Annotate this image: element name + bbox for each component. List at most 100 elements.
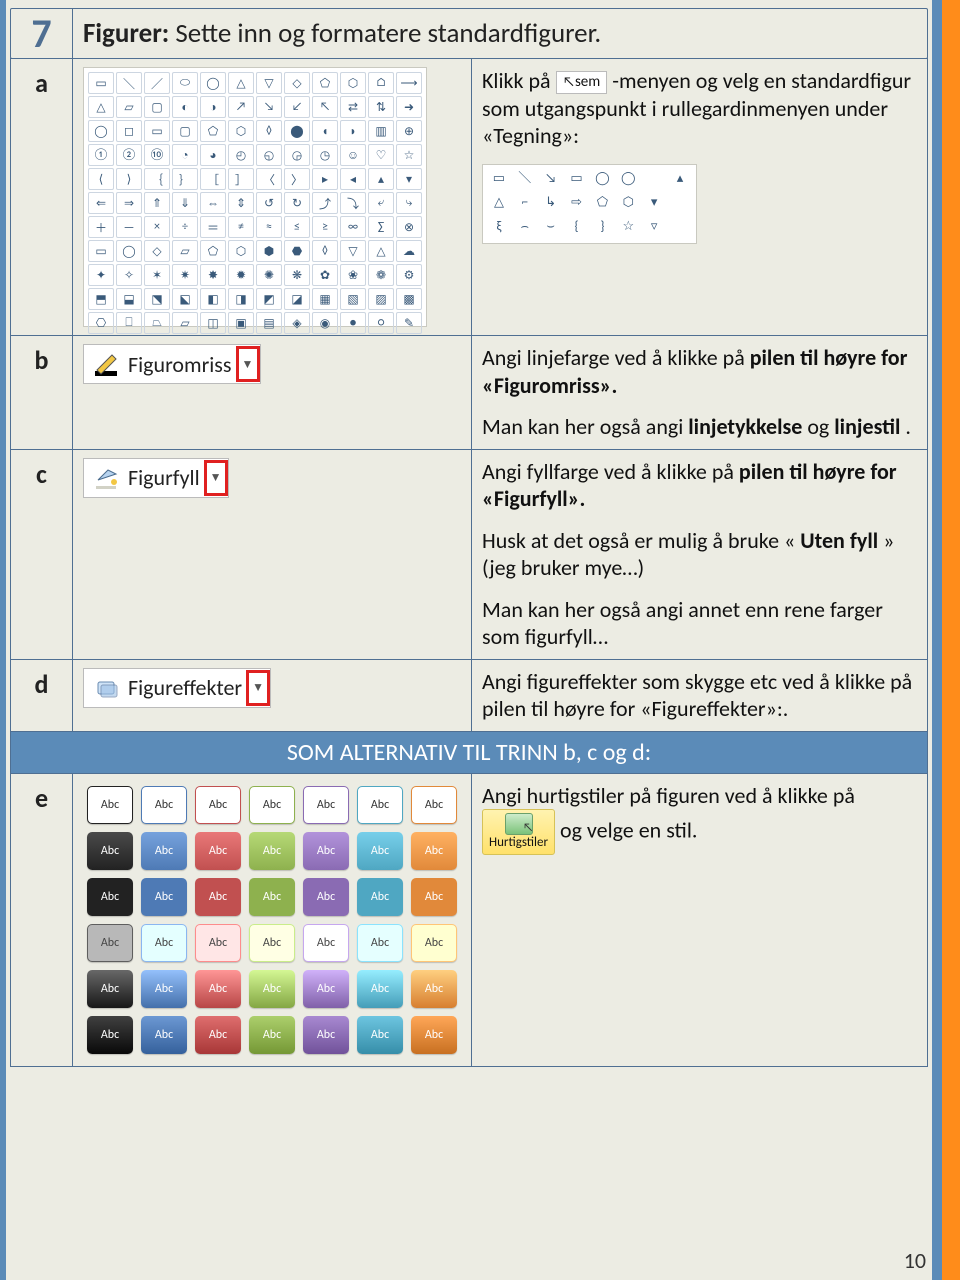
alternative-banner-row: SOM ALTERNATIV TIL TRINN b, c og d: <box>11 731 928 773</box>
title-bold: Figurer: <box>83 17 169 50</box>
pencil-outline-icon <box>90 348 122 380</box>
quick-style-cell[interactable]: Abc <box>195 786 241 824</box>
shapes-gallery[interactable]: ▭＼／⬭◯△▽◇⬠⬡⌂⟶ △▱▢◐◑↗↘↙↖⇄⇅➜ ◯◻▭▢⬠⬡◊⬤◖◗▥⊕ ①… <box>83 67 427 327</box>
e-p1-pre: Angi hurtigstiler på figuren ved å klikk… <box>482 782 855 809</box>
right-accent-bar-inner <box>932 0 942 1280</box>
right-accent-bar <box>942 0 960 1280</box>
quick-style-cell[interactable]: Abc <box>249 970 295 1008</box>
figurfyll-button[interactable]: Figurfyll ▼ <box>83 458 229 498</box>
quick-style-cell[interactable]: Abc <box>249 878 295 916</box>
section-header: 7 Figurer: Sette inn og formatere standa… <box>10 8 928 59</box>
step-e-description: Angi hurtigstiler på figuren ved å klikk… <box>472 773 928 1066</box>
quick-style-cell[interactable]: Abc <box>195 970 241 1008</box>
quick-style-cell[interactable]: Abc <box>87 924 133 962</box>
b-p1-pre: Angi linjefarge ved å klikke på <box>482 344 750 371</box>
step-letter-e: e <box>11 773 73 1066</box>
quick-style-cell[interactable]: Abc <box>141 832 187 870</box>
paint-bucket-icon <box>90 462 122 494</box>
figuromriss-label: Figuromriss <box>128 351 232 378</box>
row-e: e AbcAbcAbcAbcAbcAbcAbcAbcAbcAbcAbcAbcAb… <box>11 773 928 1066</box>
figureffekter-dropdown-arrow[interactable]: ▼ <box>246 670 270 706</box>
alternative-banner: SOM ALTERNATIV TIL TRINN b, c og d: <box>11 731 928 773</box>
quick-style-cell[interactable]: Abc <box>249 832 295 870</box>
sem-label: sem <box>575 73 600 92</box>
b-p2-pre: Man kan her også angi <box>482 413 688 440</box>
drawing-dropdown-mini[interactable]: ▭＼↘▭◯◯ ▴ △⌐↳⇨⬠⬡▾ ξ⌢⌣{}☆▿ <box>482 164 697 244</box>
quick-style-cell[interactable]: Abc <box>303 970 349 1008</box>
quick-style-cell[interactable]: Abc <box>87 970 133 1008</box>
figuromriss-button[interactable]: Figuromriss ▼ <box>83 344 261 384</box>
quick-style-cell[interactable]: Abc <box>303 832 349 870</box>
quick-style-cell[interactable]: Abc <box>141 924 187 962</box>
step-c-description: Angi fyllfarge ved å klikke på pilen til… <box>472 449 928 659</box>
step-letter-d: d <box>11 659 73 731</box>
quick-style-cell[interactable]: Abc <box>357 878 403 916</box>
steps-table: a ▭＼／⬭◯△▽◇⬠⬡⌂⟶ △▱▢◐◑↗↘↙↖⇄⇅➜ ◯◻▭▢⬠⬡◊⬤◖◗▥⊕… <box>10 58 928 1067</box>
quick-style-cell[interactable]: Abc <box>249 1016 295 1054</box>
figureffekter-label: Figureffekter <box>128 674 242 701</box>
b-p2-bold2: linjestil <box>834 413 900 440</box>
step-b-visual: Figuromriss ▼ <box>73 336 472 450</box>
step-letter-a: a <box>11 59 73 336</box>
quick-style-cell[interactable]: Abc <box>357 832 403 870</box>
hurtigstiler-preview-icon <box>505 813 533 835</box>
quick-style-cell[interactable]: Abc <box>303 878 349 916</box>
quick-style-cell[interactable]: Abc <box>249 924 295 962</box>
figuromriss-dropdown-arrow[interactable]: ▼ <box>236 346 260 382</box>
quick-style-cell[interactable]: Abc <box>357 924 403 962</box>
quick-style-cell[interactable]: Abc <box>141 786 187 824</box>
quick-style-cell[interactable]: Abc <box>195 878 241 916</box>
quick-style-cell[interactable]: Abc <box>87 878 133 916</box>
figureffekter-button[interactable]: Figureffekter ▼ <box>83 668 271 708</box>
c-p3: Man kan her også angi annet enn rene far… <box>482 596 917 651</box>
sem-menu-chip[interactable]: ↖ sem <box>556 71 608 94</box>
figurfyll-dropdown-arrow[interactable]: ▼ <box>204 460 228 496</box>
quick-style-cell[interactable]: Abc <box>357 786 403 824</box>
quick-style-cell[interactable]: Abc <box>249 786 295 824</box>
page-content: 7 Figurer: Sette inn og formatere standa… <box>10 8 928 1067</box>
quick-style-cell[interactable]: Abc <box>411 786 457 824</box>
quick-style-cell[interactable]: Abc <box>411 878 457 916</box>
b-p2-bold1: linjetykkelse <box>688 413 802 440</box>
step-c-visual: Figurfyll ▼ <box>73 449 472 659</box>
row-c: c Figurfyll ▼ Angi fyllfarge <box>11 449 928 659</box>
cursor-icon: ↖ <box>563 73 575 91</box>
quick-style-cell[interactable]: Abc <box>87 786 133 824</box>
page-number: 10 <box>904 1247 926 1274</box>
left-accent-bar <box>0 0 6 1280</box>
quick-style-cell[interactable]: Abc <box>411 1016 457 1054</box>
step-e-visual: AbcAbcAbcAbcAbcAbcAbcAbcAbcAbcAbcAbcAbcA… <box>73 773 472 1066</box>
title-rest: Sette inn og formatere standardfigurer. <box>169 17 601 50</box>
step-d-visual: Figureffekter ▼ <box>73 659 472 731</box>
quick-style-cell[interactable]: Abc <box>195 924 241 962</box>
quick-style-cell[interactable]: Abc <box>195 1016 241 1054</box>
section-number: 7 <box>11 9 73 58</box>
quick-style-cell[interactable]: Abc <box>303 786 349 824</box>
quick-style-cell[interactable]: Abc <box>357 970 403 1008</box>
quick-style-cell[interactable]: Abc <box>87 1016 133 1054</box>
hurtigstiler-button[interactable]: Hurtigstiler <box>482 809 555 855</box>
b-p2-mid: og <box>807 413 834 440</box>
quick-style-cell[interactable]: Abc <box>87 832 133 870</box>
step-letter-c: c <box>11 449 73 659</box>
step-letter-b: b <box>11 336 73 450</box>
quick-style-cell[interactable]: Abc <box>141 1016 187 1054</box>
step-d-description: Angi figureffekter som skygge etc ved å … <box>472 659 928 731</box>
quick-style-cell[interactable]: Abc <box>141 970 187 1008</box>
quick-style-cell[interactable]: Abc <box>411 924 457 962</box>
quick-style-cell[interactable]: Abc <box>141 878 187 916</box>
quick-style-cell[interactable]: Abc <box>357 1016 403 1054</box>
d-p1: Angi figureffekter som skygge etc ved å … <box>482 668 917 723</box>
e-p1-post: og velge en stil. <box>560 816 697 843</box>
quick-style-cell[interactable]: Abc <box>303 1016 349 1054</box>
quick-style-cell[interactable]: Abc <box>411 970 457 1008</box>
quick-styles-gallery[interactable]: AbcAbcAbcAbcAbcAbcAbcAbcAbcAbcAbcAbcAbcA… <box>83 782 461 1058</box>
figurfyll-label: Figurfyll <box>128 464 200 491</box>
quick-style-cell[interactable]: Abc <box>411 832 457 870</box>
c-p2-pre: Husk at det også er mulig å bruke « <box>482 527 795 554</box>
row-d: d Figureffekter ▼ Angi figureffekter som… <box>11 659 928 731</box>
c-p1-pre: Angi fyllfarge ved å klikke på <box>482 458 739 485</box>
c-p2-bold: Uten fyll <box>800 527 878 554</box>
quick-style-cell[interactable]: Abc <box>195 832 241 870</box>
quick-style-cell[interactable]: Abc <box>303 924 349 962</box>
